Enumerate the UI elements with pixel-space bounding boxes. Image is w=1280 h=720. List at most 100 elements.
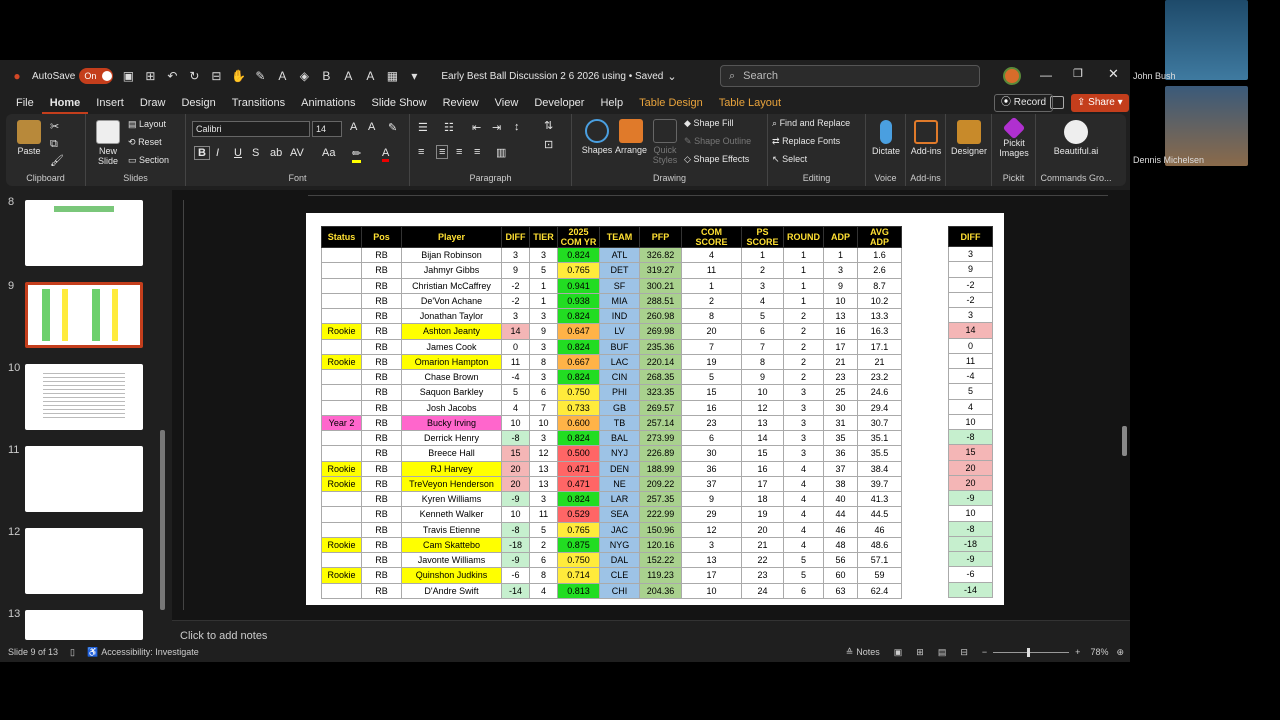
table-cell[interactable]: 23.2 — [857, 368, 902, 386]
table-cell[interactable]: 25 — [823, 384, 858, 401]
table-cell[interactable]: 152.22 — [639, 551, 682, 569]
table-cell[interactable]: 36 — [823, 445, 858, 462]
table-cell[interactable]: 2 — [783, 368, 824, 386]
diff-cell[interactable]: -8 — [948, 428, 993, 446]
notes-button[interactable]: Notes — [856, 647, 880, 657]
numbering-icon[interactable]: ☷ — [444, 121, 454, 134]
notes-icon[interactable]: ≙ — [846, 647, 854, 658]
tab-help[interactable]: Help — [592, 92, 631, 114]
table-cell[interactable]: 0.471 — [557, 460, 600, 477]
table-cell[interactable]: 4 — [783, 475, 824, 493]
table-cell[interactable]: 4 — [741, 292, 784, 310]
diff-row[interactable]: 9 — [948, 261, 993, 278]
table-cell[interactable]: RB — [361, 506, 402, 523]
table-cell[interactable]: Bucky Irving — [401, 414, 502, 432]
diff-row[interactable]: 3 — [948, 245, 993, 263]
table-cell[interactable]: 11 — [501, 353, 530, 371]
format-painter-icon[interactable]: ✎ — [253, 69, 267, 83]
fill-color-icon[interactable]: ◈ — [297, 69, 311, 83]
table-cell[interactable]: RB — [361, 323, 402, 340]
table-cell[interactable]: 20 — [501, 475, 530, 493]
table-cell[interactable]: RB — [361, 368, 402, 386]
table-cell[interactable]: 2 — [681, 292, 742, 310]
table-cell[interactable]: 8 — [529, 567, 558, 584]
present-icon[interactable]: ⊟ — [209, 69, 223, 83]
table-cell[interactable]: 288.51 — [639, 292, 682, 310]
table-row[interactable]: RB Javonte Williams -9 6 0.750 DAL 152.22 13 22 5… — [321, 551, 902, 569]
table-cell[interactable] — [321, 307, 362, 325]
table-cell[interactable]: Derrick Henry — [401, 429, 502, 447]
table-cell[interactable]: 46 — [823, 521, 858, 538]
table-cell[interactable]: 7 — [529, 399, 558, 416]
diff-cell[interactable]: 4 — [948, 398, 993, 415]
table-cell[interactable]: 1 — [783, 277, 824, 294]
table-cell[interactable]: 2 — [529, 536, 558, 554]
table-cell[interactable]: 0.765 — [557, 262, 600, 279]
table-cell[interactable]: RB — [361, 582, 402, 599]
table-cell[interactable]: RB — [361, 460, 402, 477]
table-cell[interactable]: 3 — [501, 307, 530, 325]
diff-cell[interactable]: -9 — [948, 550, 993, 568]
table-cell[interactable]: CHI — [599, 582, 640, 599]
table-cell[interactable]: 1 — [783, 292, 824, 310]
table-cell[interactable]: 319.27 — [639, 262, 682, 279]
table-cell[interactable]: 15 — [681, 384, 742, 401]
close-icon[interactable]: ✕ — [1108, 66, 1119, 82]
table-cell[interactable]: TreVeyon Henderson — [401, 475, 502, 493]
table-cell[interactable]: NYG — [599, 536, 640, 554]
diff-cell[interactable]: 3 — [948, 306, 993, 324]
table-row[interactable]: Year 2 RB Bucky Irving 10 10 0.600 TB 257.14 23 1… — [321, 414, 902, 432]
table-cell[interactable]: 13 — [529, 460, 558, 477]
table-cell[interactable]: 20 — [501, 460, 530, 477]
table-cell[interactable]: 30.7 — [857, 414, 902, 432]
table-cell[interactable]: -6 — [501, 567, 530, 584]
table-row[interactable]: RB James Cook 0 3 0.824 BUF 235.36 7 7 2 17 17.1 — [321, 338, 902, 355]
table-cell[interactable]: 38 — [823, 475, 858, 493]
table-cell[interactable]: 16 — [741, 460, 784, 477]
table-cell[interactable]: 273.99 — [639, 429, 682, 447]
table-cell[interactable]: 2 — [783, 307, 824, 325]
table-cell[interactable]: 31 — [823, 414, 858, 432]
table-cell[interactable]: GB — [599, 399, 640, 416]
table-cell[interactable]: 204.36 — [639, 582, 682, 599]
table-cell[interactable]: RB — [361, 567, 402, 584]
table-cell[interactable]: 23 — [741, 567, 784, 584]
undo-icon[interactable]: ↶ — [165, 69, 179, 83]
table-cell[interactable]: Bijan Robinson — [401, 246, 502, 264]
table-cell[interactable]: 8 — [681, 307, 742, 325]
table-cell[interactable]: 44 — [823, 506, 858, 523]
highlight-icon[interactable]: ✏ — [352, 147, 362, 163]
table-cell[interactable]: 1 — [823, 246, 858, 264]
table-cell[interactable]: 4 — [783, 521, 824, 538]
table-cell[interactable]: 1 — [529, 292, 558, 310]
shapes-button[interactable]: Shapes — [580, 119, 614, 155]
table-cell[interactable]: 2 — [783, 353, 824, 371]
table-cell[interactable]: 21 — [823, 353, 858, 371]
table-cell[interactable]: 0.824 — [557, 246, 600, 264]
table-cell[interactable]: 12 — [529, 445, 558, 462]
shape-outline-button[interactable]: ✎ Shape Outline — [684, 136, 751, 147]
table-row[interactable]: RB Kyren Williams -9 3 0.824 LAR 257.35 9 18 4 40 4… — [321, 490, 902, 508]
table-cell[interactable]: 10 — [529, 414, 558, 432]
diff-row[interactable]: 20 — [948, 474, 993, 492]
rankings-table[interactable]: Status Pos Player DIFF TIER 2025 COM YR TEAM PF… — [321, 226, 902, 599]
table-row[interactable]: RB Saquon Barkley 5 6 0.750 PHI 323.35 15 10 3 25 2… — [321, 384, 902, 401]
table-cell[interactable]: 30 — [823, 399, 858, 416]
table-row[interactable]: RB Chase Brown -4 3 0.824 CIN 268.35 5 9 2 23 23.2 — [321, 368, 902, 386]
slide-sorter-icon[interactable]: ⊞ — [916, 647, 924, 658]
table-cell[interactable]: Cam Skattebo — [401, 536, 502, 554]
reset-button[interactable]: ⟲ Reset — [128, 137, 162, 148]
table-cell[interactable]: 15 — [501, 445, 530, 462]
table-cell[interactable]: RB — [361, 353, 402, 371]
table-cell[interactable]: 235.36 — [639, 338, 682, 355]
table-cell[interactable] — [321, 292, 362, 310]
table-cell[interactable]: RB — [361, 384, 402, 401]
table-cell[interactable]: 7 — [741, 338, 784, 355]
table-cell[interactable]: 0.600 — [557, 414, 600, 432]
table-cell[interactable]: 48.6 — [857, 536, 902, 554]
table-cell[interactable]: 60 — [823, 567, 858, 584]
diff-row[interactable]: 15 — [948, 444, 993, 461]
tab-developer[interactable]: Developer — [526, 92, 592, 114]
tab-slide-show[interactable]: Slide Show — [364, 92, 435, 114]
table-row[interactable]: RB Bijan Robinson 3 3 0.824 ATL 326.82 4 1 1 1 1.6 — [321, 246, 902, 264]
